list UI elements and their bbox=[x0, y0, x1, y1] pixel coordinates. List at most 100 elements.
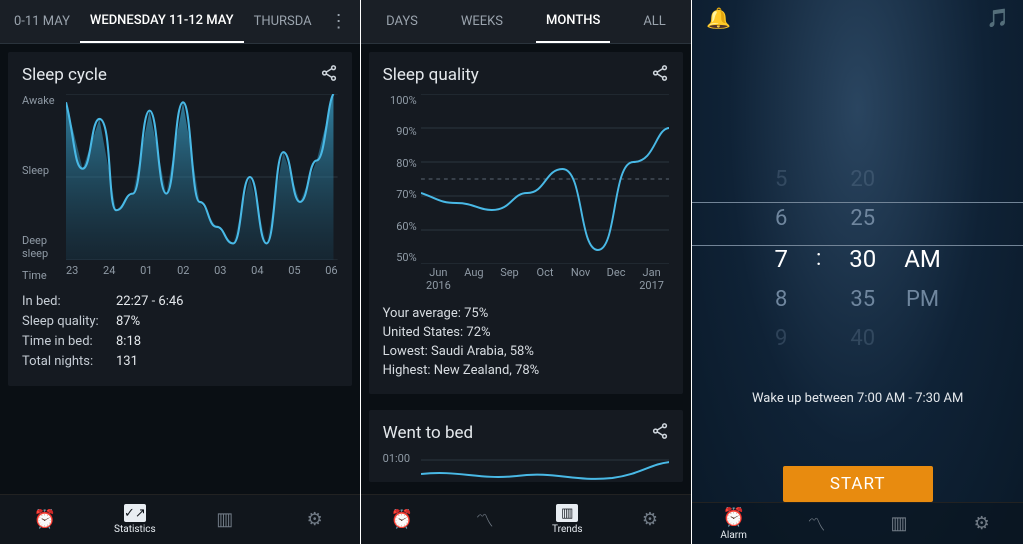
sleep-cycle-card: Sleep cycle Awake Sleep Deep sleep Time bbox=[8, 52, 352, 386]
overflow-menu-icon[interactable]: ⋮ bbox=[322, 11, 356, 32]
range-tabs: DAYS WEEKS MONTHS ALL bbox=[361, 0, 692, 44]
x-label: Dec bbox=[598, 266, 634, 294]
screen-alarm: 🔔 🎵 5 6 7 8 9 : 20 25 30 35 40 XX XX bbox=[692, 0, 1024, 544]
nav-settings[interactable]: ⚙ bbox=[270, 509, 360, 530]
x-label: Aug bbox=[456, 266, 492, 294]
picker-option[interactable]: 9 bbox=[775, 326, 787, 351]
gear-icon: ⚙ bbox=[307, 509, 323, 530]
date-tabs: 0-11 MAY WEDNESDAY 11-12 MAY THURSDA ⋮ bbox=[0, 0, 360, 44]
nav-alarm[interactable]: ⏰ bbox=[361, 509, 444, 530]
stat-value: 8:18 bbox=[116, 334, 141, 349]
stat-label: Time in bed: bbox=[22, 334, 116, 349]
stat-label: Sleep quality: bbox=[22, 314, 116, 329]
info-average: Your average: 75% bbox=[383, 306, 670, 321]
nav-statistics[interactable]: ✓↗Statistics bbox=[90, 504, 180, 535]
picker-minute-col[interactable]: 20 25 30 35 40 bbox=[849, 167, 876, 351]
alarm-top-bar: 🔔 🎵 bbox=[692, 0, 1023, 37]
statistics-icon: 〽 bbox=[476, 507, 494, 533]
statistics-icon: 〽 bbox=[807, 511, 825, 537]
stat-value: 131 bbox=[116, 354, 138, 369]
trends-icon: ▥ bbox=[891, 513, 908, 534]
y-label: Deep sleep bbox=[22, 234, 62, 260]
tab-days[interactable]: DAYS bbox=[376, 0, 428, 43]
picker-selected-minute[interactable]: 30 bbox=[849, 245, 876, 273]
nav-trends[interactable]: ▥Trends bbox=[526, 504, 609, 535]
sleep-quality-card: Sleep quality 100% 90% 80% 70% 60% 50% bbox=[369, 52, 684, 394]
nav-trends[interactable]: ▥ bbox=[858, 513, 941, 534]
alarm-clock-icon: ⏰ bbox=[391, 509, 413, 530]
picker-option[interactable]: 25 bbox=[850, 206, 875, 231]
nav-statistics[interactable]: 〽 bbox=[443, 507, 526, 533]
nav-label: Statistics bbox=[114, 524, 156, 535]
y-label: 100% bbox=[383, 94, 417, 107]
gear-icon: ⚙ bbox=[642, 509, 658, 530]
picker-option[interactable]: 5 bbox=[775, 167, 787, 192]
start-button[interactable]: START bbox=[783, 466, 933, 503]
stat-value: 87% bbox=[116, 314, 140, 329]
bottom-nav: ⏰ 〽 ▥Trends ⚙ bbox=[361, 494, 692, 544]
tab-months[interactable]: MONTHS bbox=[536, 0, 610, 43]
nav-alarm[interactable]: ⏰ Alarm bbox=[692, 507, 775, 541]
tab-prev-day[interactable]: 0-11 MAY bbox=[4, 0, 80, 43]
bell-icon[interactable]: 🔔 bbox=[706, 6, 731, 30]
tab-next-day[interactable]: THURSDA bbox=[244, 0, 322, 43]
picker-selected-hour[interactable]: 7 bbox=[774, 245, 788, 273]
picker-option[interactable]: 40 bbox=[850, 326, 875, 351]
picker-selected-ampm[interactable]: AM bbox=[904, 245, 941, 273]
bottom-nav: ⏰ Alarm 〽 ▥ ⚙ bbox=[692, 502, 1023, 544]
alarm-clock-icon: ⏰ bbox=[722, 507, 744, 528]
alarm-clock-icon: ⏰ bbox=[34, 509, 56, 530]
picker-hour-col[interactable]: 5 6 7 8 9 bbox=[774, 167, 788, 351]
picker-option[interactable]: 35 bbox=[850, 287, 875, 312]
picker-ampm-col[interactable]: XX XX AM PM XX bbox=[904, 167, 941, 351]
x-label: Sep bbox=[492, 266, 528, 294]
picker-option[interactable]: 6 bbox=[775, 206, 787, 231]
y-label: 90% bbox=[383, 125, 417, 138]
y-label: 80% bbox=[383, 157, 417, 170]
x-label: 06 bbox=[325, 264, 337, 284]
time-picker[interactable]: 5 6 7 8 9 : 20 25 30 35 40 XX XX AM PM X… bbox=[692, 97, 1023, 351]
info-lowest: Lowest: Saudi Arabia, 58% bbox=[383, 344, 670, 359]
y-label: 70% bbox=[383, 188, 417, 201]
y-label: 01:00 bbox=[383, 452, 410, 465]
y-label: Awake bbox=[22, 94, 62, 107]
x-label: 23 bbox=[66, 264, 78, 284]
y-label: 60% bbox=[383, 220, 417, 233]
trends-icon: ▥ bbox=[216, 509, 233, 530]
x-label: 05 bbox=[288, 264, 300, 284]
nav-settings[interactable]: ⚙ bbox=[609, 509, 692, 530]
picker-option[interactable]: PM bbox=[906, 287, 939, 312]
nav-label: Trends bbox=[552, 524, 583, 535]
picker-option[interactable]: 20 bbox=[850, 167, 875, 192]
card-title: Sleep cycle bbox=[22, 65, 107, 85]
nav-label: Alarm bbox=[720, 530, 747, 541]
picker-option[interactable]: 8 bbox=[775, 287, 787, 312]
card-title: Sleep quality bbox=[383, 65, 479, 85]
nav-statistics[interactable]: 〽 bbox=[775, 511, 858, 537]
went-to-bed-card: Went to bed 01:00 bbox=[369, 410, 684, 482]
gear-icon: ⚙ bbox=[974, 513, 990, 534]
screen-statistics: 0-11 MAY WEDNESDAY 11-12 MAY THURSDA ⋮ S… bbox=[0, 0, 361, 544]
nav-alarm[interactable]: ⏰ bbox=[0, 509, 90, 530]
music-icon[interactable]: 🎵 bbox=[987, 8, 1009, 29]
info-us: United States: 72% bbox=[383, 325, 670, 340]
sleep-stats: In bed:22:27 - 6:46 Sleep quality:87% Ti… bbox=[22, 294, 338, 369]
wake-up-text: Wake up between 7:00 AM - 7:30 AM bbox=[692, 391, 1023, 406]
tab-weeks[interactable]: WEEKS bbox=[451, 0, 513, 43]
share-icon[interactable] bbox=[320, 64, 338, 86]
x-label: Jan 2017 bbox=[634, 266, 670, 294]
sleep-quality-chart: 100% 90% 80% 70% 60% 50% Jun 2016 A bbox=[383, 94, 670, 294]
share-icon[interactable] bbox=[651, 64, 669, 86]
time-axis-label: Time bbox=[22, 269, 47, 282]
picker-colon: : bbox=[816, 246, 821, 271]
tab-all[interactable]: ALL bbox=[633, 0, 675, 43]
share-icon[interactable] bbox=[651, 422, 669, 444]
nav-settings[interactable]: ⚙ bbox=[940, 513, 1023, 534]
quality-info: Your average: 75% United States: 72% Low… bbox=[383, 306, 670, 378]
x-label: 02 bbox=[177, 264, 189, 284]
tab-current-day[interactable]: WEDNESDAY 11-12 MAY bbox=[80, 0, 244, 43]
stat-label: In bed: bbox=[22, 294, 116, 309]
y-label: Sleep bbox=[22, 164, 62, 177]
nav-trends[interactable]: ▥ bbox=[180, 509, 270, 530]
stat-label: Total nights: bbox=[22, 354, 116, 369]
